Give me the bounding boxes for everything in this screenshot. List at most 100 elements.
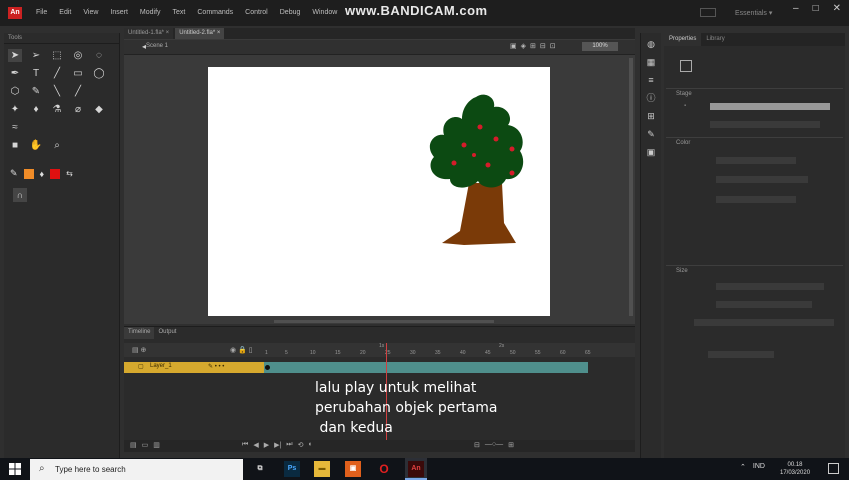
task-view-icon[interactable]: ⧉	[252, 461, 268, 477]
stage-canvas[interactable]	[208, 67, 550, 316]
code-snippets-icon[interactable]: ✎	[646, 129, 657, 140]
subselection-tool-icon[interactable]: ➢	[29, 49, 43, 62]
windows-start-icon[interactable]	[9, 463, 21, 475]
zoom-slider-icon[interactable]: —○—	[485, 441, 503, 449]
eraser-tool-icon[interactable]: ◆	[92, 103, 106, 116]
stroke-color-swatch[interactable]	[23, 168, 34, 179]
pen-tool-icon[interactable]: ✒	[8, 67, 22, 80]
horizontal-scrollbar[interactable]	[274, 320, 494, 323]
minimize-button[interactable]: –	[793, 3, 799, 14]
as-settings-field[interactable]	[694, 319, 834, 326]
transform-panel-icon[interactable]: ⊞	[646, 111, 657, 122]
step-back-icon[interactable]: ◀	[253, 441, 258, 449]
menu-control[interactable]: Control	[239, 9, 274, 16]
onion-skin-icon[interactable]: ◐	[308, 441, 312, 449]
close-button[interactable]: ✕	[833, 3, 841, 14]
target-field[interactable]	[710, 121, 820, 128]
maximize-button[interactable]: □	[813, 3, 819, 14]
eyedropper-tool-icon[interactable]: ⌀	[71, 103, 85, 116]
symbol-icon[interactable]: ◈	[521, 42, 526, 50]
notification-icon[interactable]	[828, 463, 839, 474]
hand-tool-icon[interactable]: ✋	[29, 139, 43, 152]
zoom-tool-icon[interactable]: ⌕	[50, 139, 64, 152]
swap-colors-icon[interactable]: ⇆	[66, 169, 73, 178]
chevron-up-icon[interactable]: ⌃	[740, 463, 746, 471]
brush-tool-icon[interactable]: ╲	[50, 85, 64, 98]
media-app-icon[interactable]: ▣	[345, 461, 361, 477]
go-first-icon[interactable]: ⏮	[242, 441, 248, 449]
menu-insert[interactable]: Insert	[104, 9, 134, 16]
paint-brush-tool-icon[interactable]: ╱	[71, 85, 85, 98]
stage-color-field[interactable]	[716, 196, 796, 203]
swf-history-field[interactable]	[716, 283, 824, 290]
fill-color-swatch[interactable]	[50, 168, 61, 179]
class-field[interactable]	[710, 103, 830, 110]
animate-app-icon[interactable]: An	[408, 461, 424, 477]
pencil-icon[interactable]: ✎ • • •	[208, 363, 224, 370]
frame-zoom-icon[interactable]: ⊟	[474, 441, 480, 449]
delete-layer-icon[interactable]: ▥	[153, 441, 160, 449]
center-stage-icon[interactable]: ⊞	[530, 42, 536, 50]
camera-icon[interactable]: ▣	[510, 42, 517, 50]
free-transform-tool-icon[interactable]: ⬚	[50, 49, 64, 62]
menu-commands[interactable]: Commands	[191, 9, 239, 16]
help-link[interactable]	[708, 351, 774, 358]
fit-icon[interactable]: ⊞	[508, 441, 514, 449]
menu-modify[interactable]: Modify	[134, 9, 167, 16]
layer-frames[interactable]	[264, 362, 588, 373]
lasso-tool-icon[interactable]: ◌	[92, 49, 106, 62]
components-panel-icon[interactable]: ▣	[646, 147, 657, 158]
oval-tool-icon[interactable]: ◯	[92, 67, 106, 80]
go-last-icon[interactable]: ⏭	[286, 441, 292, 449]
loop-icon[interactable]: ⟲	[298, 441, 304, 449]
section-color[interactable]: Color	[666, 137, 843, 147]
keyframe-dot[interactable]	[265, 365, 270, 370]
opera-icon[interactable]: O	[376, 461, 392, 477]
pencil-tool-icon[interactable]: ✎	[29, 85, 43, 98]
section-size[interactable]: Size	[666, 265, 843, 275]
menu-file[interactable]: File	[30, 9, 53, 16]
line-tool-icon[interactable]: ╱	[50, 67, 64, 80]
vertical-scrollbar[interactable]	[629, 58, 633, 316]
grid-icon[interactable]: ⊡	[550, 42, 556, 50]
layer-toolbar-icon[interactable]: ▤ ⊕	[132, 346, 146, 354]
zoom-dropdown[interactable]: 100%	[582, 42, 618, 51]
swatches-panel-icon[interactable]: ▦	[646, 57, 657, 68]
bone-tool-icon[interactable]: ✦	[8, 103, 22, 116]
paint-bucket-tool-icon[interactable]: ♦	[29, 103, 43, 116]
workspace-switcher[interactable]: Essentials ▾	[735, 9, 772, 17]
tree-drawing[interactable]	[424, 93, 544, 253]
tab-output[interactable]: Output	[154, 327, 180, 339]
language-indicator[interactable]: IND	[753, 463, 765, 471]
color-panel-icon[interactable]: ◍	[646, 39, 657, 50]
width-tool-icon[interactable]: ≈	[8, 121, 22, 134]
clip-icon[interactable]: ⊟	[540, 42, 546, 50]
align-panel-icon[interactable]: ≡	[646, 75, 657, 86]
sync-icon[interactable]	[700, 8, 716, 17]
timeline-ruler[interactable]: 1s 2s 1 5 10 15 20 25 30 35 40 45 50 55 …	[264, 343, 632, 357]
tab-properties[interactable]: Properties	[664, 33, 702, 46]
layer-row[interactable]: ▢ Layer_1 ✎ • • •	[124, 362, 264, 373]
text-tool-icon[interactable]: T	[29, 67, 43, 80]
layer-name[interactable]: Layer_1	[150, 363, 172, 369]
tab-timeline[interactable]: Timeline	[124, 327, 155, 339]
section-stage[interactable]: Stage	[666, 88, 843, 98]
document-tab-2[interactable]: Untitled-2.fla* ×	[175, 28, 225, 39]
file-explorer-icon[interactable]: ▬	[314, 461, 330, 477]
snap-magnet-icon[interactable]: ∩	[13, 188, 27, 202]
fps-field[interactable]	[716, 157, 796, 164]
info-panel-icon[interactable]: ⓘ	[646, 93, 657, 104]
camera-tool-icon[interactable]: ■	[8, 139, 22, 152]
taskbar-clock[interactable]: 00.18 17/03/2020	[780, 461, 810, 477]
new-folder-icon[interactable]: ▭	[142, 441, 149, 449]
new-layer-icon[interactable]: ▤	[130, 441, 137, 449]
menu-view[interactable]: View	[77, 9, 104, 16]
profile-field[interactable]	[716, 301, 812, 308]
play-icon[interactable]: ▶	[264, 441, 269, 449]
tab-library[interactable]: Library	[701, 33, 729, 46]
photoshop-icon[interactable]: Ps	[284, 461, 300, 477]
ink-bottle-tool-icon[interactable]: ⚗	[50, 103, 64, 116]
menu-debug[interactable]: Debug	[274, 9, 307, 16]
rectangle-tool-icon[interactable]: ▭	[71, 67, 85, 80]
3d-rotation-tool-icon[interactable]: ◎	[71, 49, 85, 62]
